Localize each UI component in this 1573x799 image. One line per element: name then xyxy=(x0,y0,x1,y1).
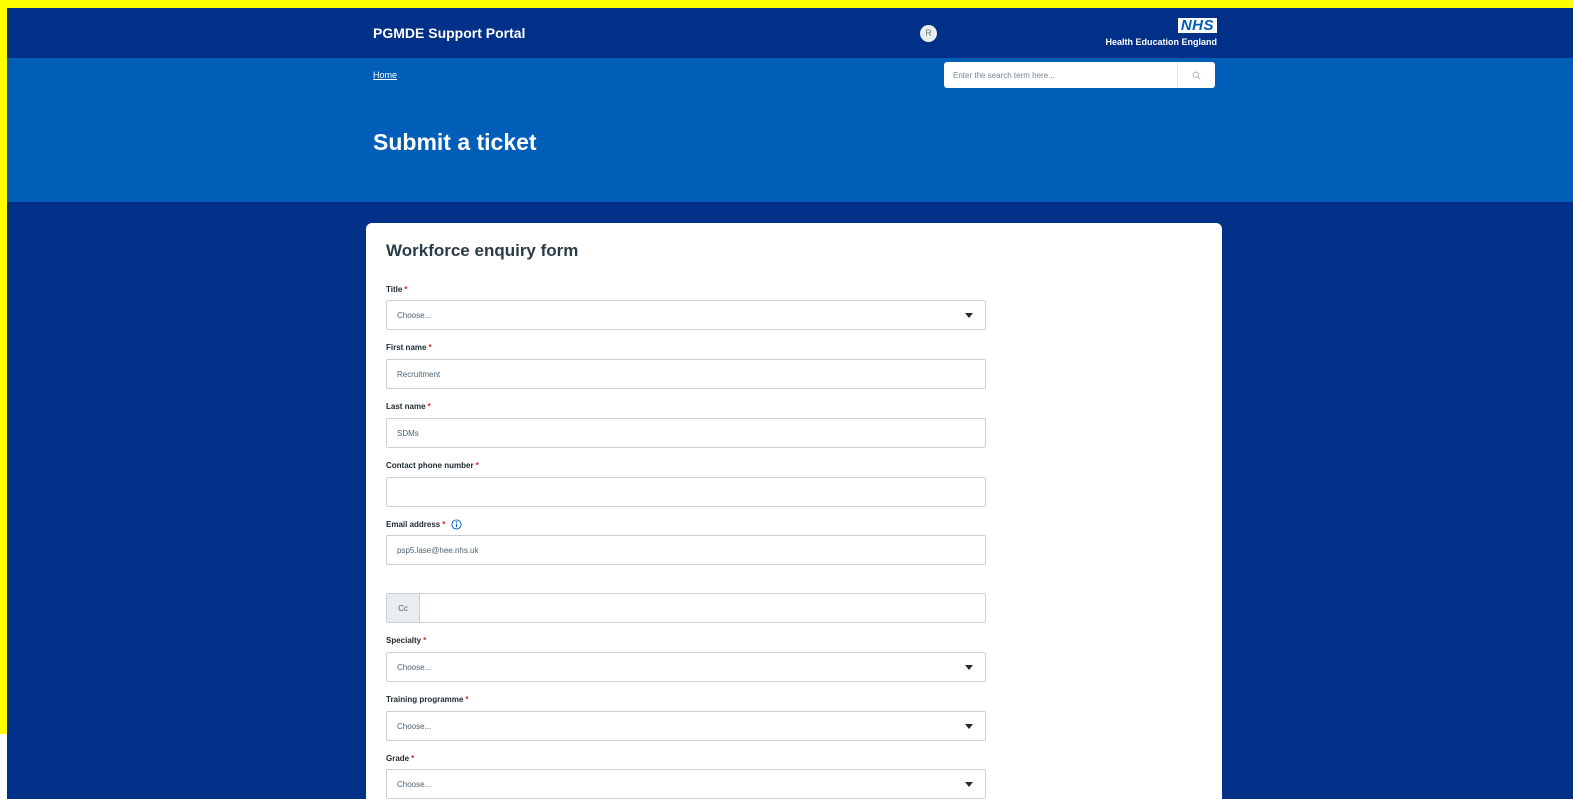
grade-select[interactable]: Choose... xyxy=(386,769,986,799)
phone-label-text: Contact phone number xyxy=(386,461,474,470)
grade-label: Grade * xyxy=(386,754,414,763)
specialty-select[interactable]: Choose... xyxy=(386,652,986,682)
last-name-label: Last name * xyxy=(386,402,431,411)
caret-down-icon xyxy=(965,723,973,729)
caret-down-icon xyxy=(965,664,973,670)
required-marker: * xyxy=(427,402,431,411)
last-name-field[interactable] xyxy=(386,418,986,448)
cc-input[interactable] xyxy=(420,594,985,622)
info-icon[interactable] xyxy=(451,519,462,530)
grade-select-value: Choose... xyxy=(397,779,432,789)
specialty-label-text: Specialty xyxy=(386,636,422,645)
required-marker: * xyxy=(404,285,408,294)
phone-field[interactable] xyxy=(386,477,986,507)
training-programme-label-text: Training programme xyxy=(386,695,464,704)
left-highlight-strip xyxy=(0,0,7,799)
required-marker: * xyxy=(475,461,479,470)
logo-subtitle: Health Education England xyxy=(1105,37,1217,47)
form-card: Workforce enquiry form Title * Choose... … xyxy=(366,223,1222,799)
email-label-text: Email address xyxy=(386,520,441,529)
grade-label-text: Grade xyxy=(386,754,410,763)
first-name-label-text: First name xyxy=(386,343,427,352)
required-marker: * xyxy=(465,695,469,704)
page-title: Submit a ticket xyxy=(373,129,537,155)
caret-down-icon xyxy=(965,312,973,318)
hero-banner: Home Submit a ticket xyxy=(7,58,1573,202)
first-name-label: First name * xyxy=(386,343,432,352)
specialty-label: Specialty * xyxy=(386,636,426,645)
cc-field-group: Cc xyxy=(386,593,986,623)
first-name-field[interactable] xyxy=(386,359,986,389)
nhs-logo-badge: NHS xyxy=(1177,18,1217,33)
title-label-text: Title xyxy=(386,285,403,294)
phone-label: Contact phone number * xyxy=(386,461,479,470)
required-marker: * xyxy=(442,520,446,529)
required-marker: * xyxy=(428,343,432,352)
training-programme-select-value: Choose... xyxy=(397,721,432,731)
title-label: Title * xyxy=(386,285,407,294)
specialty-select-value: Choose... xyxy=(397,662,432,672)
top-highlight-strip xyxy=(0,0,1573,8)
caret-down-icon xyxy=(965,781,973,787)
hee-logo[interactable]: NHS Health Education England xyxy=(1067,17,1217,47)
last-name-label-text: Last name xyxy=(386,402,426,411)
training-programme-select[interactable]: Choose... xyxy=(386,711,986,741)
form-title: Workforce enquiry form xyxy=(386,241,579,260)
search-bar xyxy=(944,62,1215,88)
portal-name-link[interactable]: PGMDE Support Portal xyxy=(373,25,525,41)
title-select-value: Choose... xyxy=(397,310,432,320)
title-select[interactable]: Choose... xyxy=(386,300,986,330)
search-button[interactable] xyxy=(1177,62,1215,88)
required-marker: * xyxy=(411,754,415,763)
cc-addon: Cc xyxy=(387,594,420,622)
breadcrumb-home-link[interactable]: Home xyxy=(373,70,397,80)
email-label: Email address * xyxy=(386,519,462,530)
left-edge-white xyxy=(0,734,7,799)
top-header: PGMDE Support Portal R NHS Health Educat… xyxy=(7,8,1573,58)
training-programme-label: Training programme * xyxy=(386,695,468,704)
required-marker: * xyxy=(423,636,427,645)
search-input[interactable] xyxy=(944,62,1177,88)
search-icon xyxy=(1192,71,1201,79)
avatar[interactable]: R xyxy=(920,25,937,42)
email-field[interactable] xyxy=(386,535,986,565)
